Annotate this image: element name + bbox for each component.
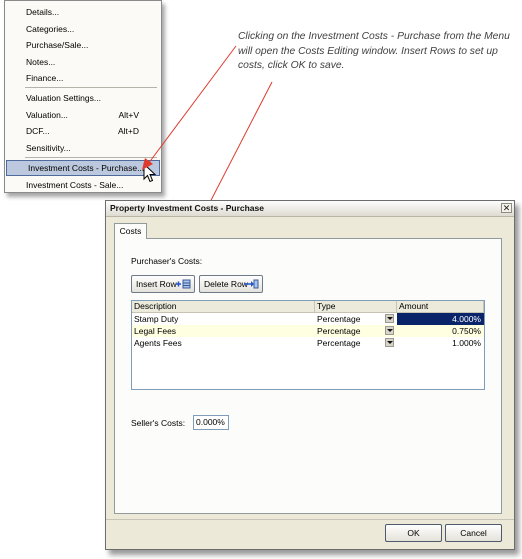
- table-row[interactable]: Stamp Duty Percentage 4.000%: [132, 313, 484, 325]
- insert-row-icon: [176, 279, 191, 289]
- cancel-button[interactable]: Cancel: [445, 524, 502, 542]
- arrow-to-menu: [147, 45, 237, 165]
- dialog-title: Property Investment Costs - Purchase: [110, 203, 264, 213]
- costs-panel: Purchaser's Costs: Insert Row Delete Row…: [114, 238, 502, 514]
- column-header-amount[interactable]: Amount: [397, 301, 484, 312]
- ok-button[interactable]: OK: [385, 524, 442, 542]
- tab-costs[interactable]: Costs: [114, 223, 147, 239]
- cell-description[interactable]: Agents Fees: [132, 337, 315, 349]
- cell-type[interactable]: Percentage: [315, 337, 397, 349]
- delete-row-button[interactable]: Delete Row: [199, 275, 263, 293]
- cell-amount[interactable]: 4.000%: [397, 313, 484, 325]
- grid-header: Description Type Amount: [132, 301, 484, 313]
- insert-row-button[interactable]: Insert Row: [131, 275, 195, 293]
- dropdown-arrow-icon[interactable]: [385, 326, 394, 335]
- column-header-description[interactable]: Description: [132, 301, 315, 312]
- costs-grid: Description Type Amount Stamp Duty Perce…: [131, 300, 485, 390]
- delete-row-icon: [244, 279, 259, 289]
- table-row[interactable]: Legal Fees Percentage 0.750%: [132, 325, 484, 337]
- dropdown-arrow-icon[interactable]: [385, 338, 394, 347]
- investment-costs-dialog: Property Investment Costs - Purchase ✕ C…: [105, 200, 515, 550]
- close-button[interactable]: ✕: [501, 203, 512, 213]
- divider: [106, 519, 514, 520]
- column-header-type[interactable]: Type: [315, 301, 397, 312]
- sellers-costs-input[interactable]: 0.000%: [193, 415, 229, 430]
- title-bar[interactable]: Property Investment Costs - Purchase ✕: [106, 201, 514, 217]
- purchasers-costs-label: Purchaser's Costs:: [131, 256, 203, 266]
- cell-type[interactable]: Percentage: [315, 325, 397, 337]
- sellers-costs-label: Seller's Costs:: [131, 418, 186, 428]
- cell-amount[interactable]: 0.750%: [397, 325, 484, 337]
- cell-amount[interactable]: 1.000%: [397, 337, 484, 349]
- cell-description[interactable]: Stamp Duty: [132, 313, 315, 325]
- cell-type[interactable]: Percentage: [315, 313, 397, 325]
- cell-description[interactable]: Legal Fees: [132, 325, 315, 337]
- table-row[interactable]: Agents Fees Percentage 1.000%: [132, 337, 484, 349]
- dropdown-arrow-icon[interactable]: [385, 314, 394, 323]
